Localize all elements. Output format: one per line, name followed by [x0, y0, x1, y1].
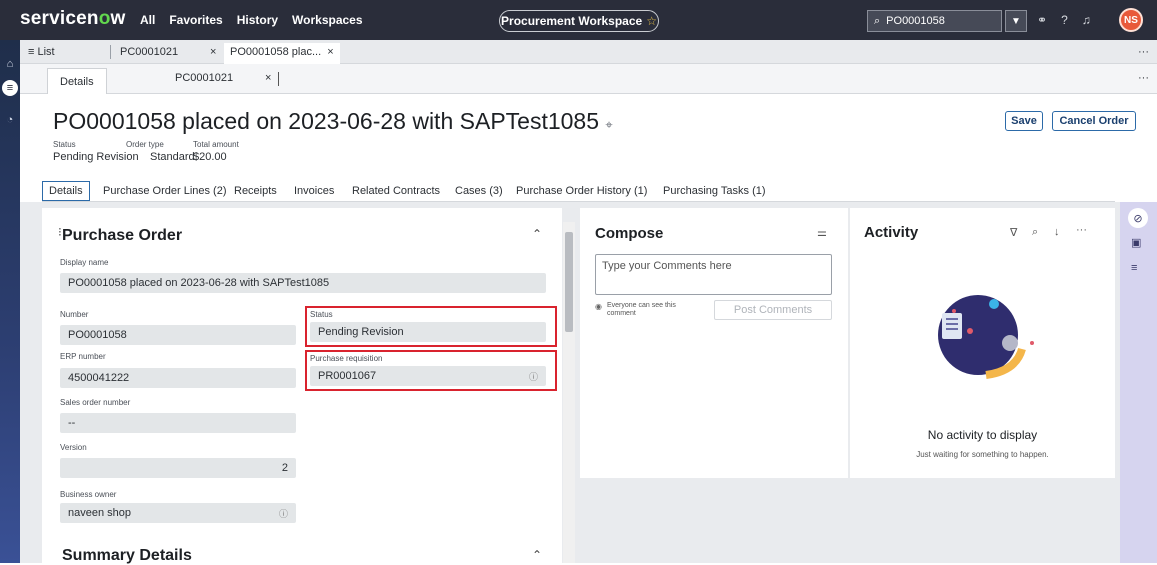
- subtab-pc0001021[interactable]: PC0001021: [175, 72, 233, 84]
- tab-cases[interactable]: Cases (3): [455, 185, 503, 197]
- more-icon[interactable]: ···: [1076, 224, 1087, 236]
- document-icon[interactable]: ▣: [1131, 236, 1141, 249]
- order-type-value: Standard: [150, 151, 195, 163]
- subtab-details[interactable]: Details: [47, 68, 107, 94]
- tab-purchase-order-history[interactable]: Purchase Order History (1): [516, 185, 647, 197]
- field-label: Display name: [60, 258, 109, 267]
- notification-bell-icon[interactable]: ♫: [1082, 13, 1091, 27]
- tab-purchasing-tasks[interactable]: Purchasing Tasks (1): [663, 185, 766, 197]
- tab-related-contracts[interactable]: Related Contracts: [352, 185, 440, 197]
- total-amount-value: $20.00: [193, 151, 227, 163]
- workspace-tab-row: ≡ List PC0001021 × PO0001058 plac... × ·…: [20, 40, 1157, 64]
- section-title-purchase-order: Purchase Order: [62, 227, 183, 244]
- field-label: Business owner: [60, 490, 117, 499]
- global-search-input[interactable]: ⌕ PO0001058: [867, 10, 1002, 32]
- post-comments-button[interactable]: Post Comments: [714, 300, 832, 320]
- user-avatar[interactable]: NS: [1119, 8, 1143, 32]
- top-navigation-bar: servicenow All Favorites History Workspa…: [0, 0, 1157, 40]
- star-icon[interactable]: ☆: [646, 14, 657, 28]
- search-icon[interactable]: ⌕: [1032, 226, 1038, 239]
- help-icon[interactable]: ?: [1061, 13, 1068, 27]
- business-owner-field[interactable]: naveen shop ⓘ: [60, 503, 296, 523]
- tag-icon[interactable]: ⌖: [605, 117, 612, 132]
- more-icon[interactable]: ···: [1138, 46, 1149, 58]
- nav-all[interactable]: All: [140, 13, 155, 27]
- field-label: Version: [60, 443, 87, 452]
- tab-list[interactable]: ≡ List: [28, 46, 55, 58]
- comments-textarea[interactable]: Type your Comments here: [595, 254, 832, 295]
- close-icon[interactable]: ×: [327, 46, 333, 58]
- filter-icon[interactable]: ∇: [1010, 226, 1017, 239]
- compose-panel: Compose ⚌ Type your Comments here ◉ Ever…: [580, 208, 848, 478]
- info-icon[interactable]: ⓘ: [279, 507, 288, 520]
- activity-panel: Activity ∇ ⌕ ↓ ··· No activity to displa…: [850, 208, 1115, 478]
- tab-receipts[interactable]: Receipts: [234, 185, 277, 197]
- status-value: Pending Revision: [53, 151, 139, 163]
- page-title: PO0001058 placed on 2023-06-28 with SAPT…: [53, 108, 613, 134]
- tab-details[interactable]: Details: [42, 181, 90, 201]
- sort-icon[interactable]: ↓: [1054, 226, 1060, 238]
- empty-state-title: No activity to display: [927, 428, 1038, 442]
- search-scope-dropdown[interactable]: ▼: [1005, 10, 1027, 32]
- list-icon[interactable]: ≡: [2, 80, 18, 96]
- nav-workspaces[interactable]: Workspaces: [292, 13, 362, 27]
- close-icon[interactable]: ×: [265, 72, 271, 84]
- compose-title: Compose: [595, 225, 664, 242]
- status-label: Status: [53, 140, 76, 149]
- number-field[interactable]: PO0001058: [60, 325, 296, 345]
- tab-purchase-order-lines[interactable]: Purchase Order Lines (2): [103, 185, 227, 197]
- empty-state-subtitle: Just waiting for something to happen.: [916, 450, 1049, 459]
- home-icon[interactable]: ⌂: [2, 56, 18, 72]
- save-button[interactable]: Save: [1005, 111, 1043, 131]
- activity-title: Activity: [864, 224, 919, 241]
- servicenow-logo[interactable]: servicenow: [20, 8, 126, 30]
- scrollbar-thumb[interactable]: [565, 232, 573, 332]
- nav-history[interactable]: History: [237, 13, 278, 27]
- collapse-chevron-icon[interactable]: ⌃: [532, 227, 542, 241]
- workspace-selector[interactable]: Procurement Workspace ☆: [499, 10, 659, 32]
- field-label: ERP number: [60, 352, 106, 361]
- visibility-note: Everyone can see this comment: [607, 302, 676, 318]
- total-amount-label: Total amount: [193, 140, 239, 149]
- close-icon[interactable]: ×: [210, 46, 216, 58]
- tab-invoices[interactable]: Invoices: [294, 185, 334, 197]
- version-field[interactable]: 2: [60, 458, 296, 478]
- sales-order-number-field[interactable]: --: [60, 413, 296, 433]
- collapse-chevron-icon[interactable]: ⌃: [532, 548, 542, 562]
- dashboard-icon[interactable]: ◔: [2, 112, 18, 128]
- more-icon[interactable]: ···: [1138, 72, 1149, 84]
- tab-pc0001021[interactable]: PC0001021: [120, 46, 178, 58]
- list-icon[interactable]: ≡: [1131, 262, 1137, 274]
- attachment-icon[interactable]: ⊘: [1128, 208, 1148, 228]
- right-rail: ⊘ ▣ ≡: [1120, 202, 1157, 563]
- record-subtab-row: Details PC0001021 × ···: [20, 64, 1157, 94]
- cancel-order-button[interactable]: Cancel Order: [1052, 111, 1136, 131]
- highlight-box: [305, 306, 557, 347]
- nav-favorites[interactable]: Favorites: [169, 13, 222, 27]
- left-rail: ⌂ ≡ ◔: [0, 40, 20, 563]
- chat-icon[interactable]: ⚭: [1037, 13, 1047, 27]
- search-icon: ⌕: [874, 14, 881, 27]
- field-label: Number: [60, 310, 89, 319]
- eye-icon: ◉: [595, 302, 602, 311]
- field-label: Sales order number: [60, 398, 131, 407]
- tab-po0001058[interactable]: PO0001058 plac... ×: [224, 43, 340, 64]
- highlight-box: [305, 350, 557, 391]
- empty-state-illustration: [938, 295, 1034, 379]
- erp-number-field[interactable]: 4500041222: [60, 368, 296, 388]
- filter-settings-icon[interactable]: ⚌: [817, 226, 827, 239]
- display-name-field[interactable]: PO0001058 placed on 2023-06-28 with SAPT…: [60, 273, 546, 293]
- order-type-label: Order type: [126, 140, 164, 149]
- section-title-summary-details: Summary Details: [62, 547, 192, 564]
